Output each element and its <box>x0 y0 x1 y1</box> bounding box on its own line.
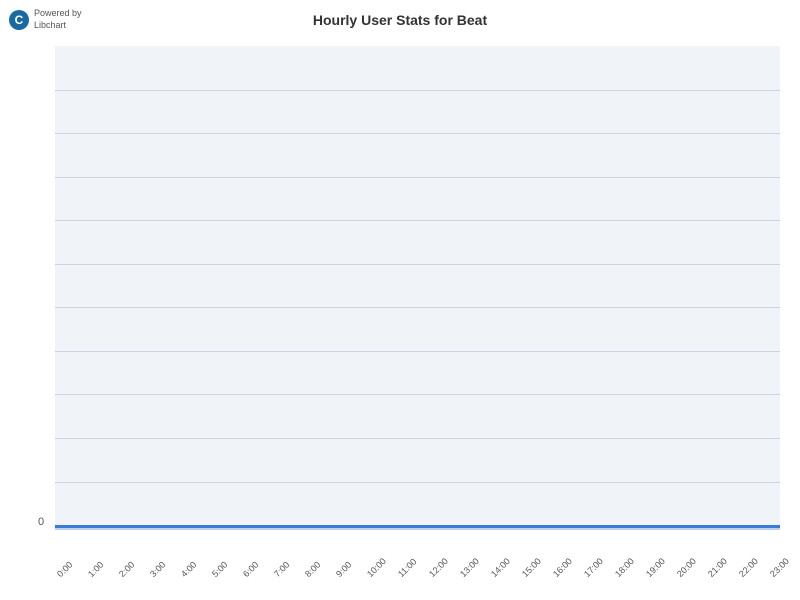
x-label-14: 14:00 <box>489 564 505 580</box>
grid-line <box>55 264 780 265</box>
x-label-8: 8:00 <box>303 564 319 580</box>
x-label-23: 23:00 <box>768 564 784 580</box>
grid-line <box>55 394 780 395</box>
y-axis-zero: 0 <box>38 516 44 528</box>
data-series-fill <box>55 525 780 530</box>
x-label-6: 6:00 <box>241 564 257 580</box>
x-label-10: 10:00 <box>365 564 381 580</box>
x-label-20: 20:00 <box>675 564 691 580</box>
x-label-2: 2:00 <box>117 564 133 580</box>
x-label-7: 7:00 <box>272 564 288 580</box>
x-label-5: 5:00 <box>210 564 226 580</box>
x-label-0: 0:00 <box>55 564 71 580</box>
x-label-13: 13:00 <box>458 564 474 580</box>
x-label-16: 16:00 <box>551 564 567 580</box>
x-label-12: 12:00 <box>427 564 443 580</box>
chart-container: C Powered by Libchart Hourly User Stats … <box>0 0 800 600</box>
grid-line <box>55 177 780 178</box>
grid-line <box>55 351 780 352</box>
chart-title: Hourly User Stats for Beat <box>0 12 800 28</box>
chart-background <box>55 46 780 530</box>
grid-line <box>55 307 780 308</box>
chart-area <box>55 46 780 530</box>
x-label-11: 11:00 <box>396 564 412 580</box>
x-label-15: 15:00 <box>520 564 536 580</box>
x-label-21: 21:00 <box>706 564 722 580</box>
x-label-18: 18:00 <box>613 564 629 580</box>
grid-line <box>55 90 780 91</box>
x-axis: 0:00 1:00 2:00 3:00 4:00 5:00 6:00 7:00 … <box>55 572 780 582</box>
x-label-19: 19:00 <box>644 564 660 580</box>
grid-line <box>55 438 780 439</box>
grid-line <box>55 220 780 221</box>
x-label-22: 22:00 <box>737 564 753 580</box>
x-label-1: 1:00 <box>86 564 102 580</box>
grid-line <box>55 482 780 483</box>
x-label-3: 3:00 <box>148 564 164 580</box>
grid-line <box>55 133 780 134</box>
x-label-4: 4:00 <box>179 564 195 580</box>
x-label-17: 17:00 <box>582 564 598 580</box>
x-label-9: 9:00 <box>334 564 350 580</box>
